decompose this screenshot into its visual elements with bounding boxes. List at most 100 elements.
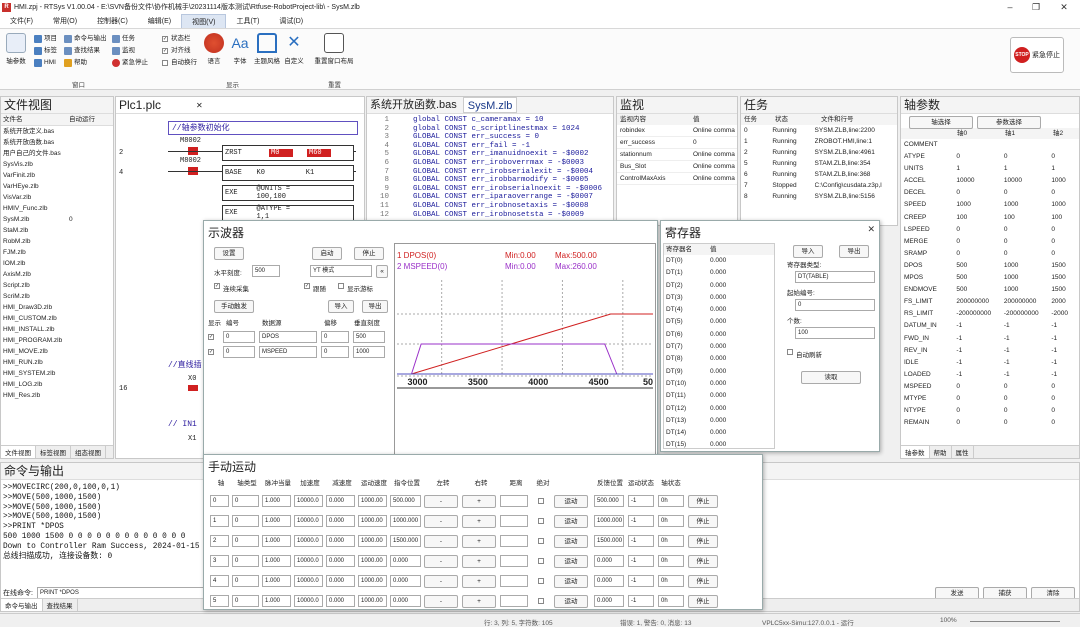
- register-row[interactable]: DT(13) 0.000: [664, 415, 774, 427]
- jog-left-button[interactable]: -: [424, 574, 458, 588]
- scope-plot[interactable]: 3000 3500 4000 4500 50 1 DPOS(0) Min:0.00 Max:5…: [394, 243, 656, 455]
- jog-right-button[interactable]: +: [462, 494, 496, 508]
- distance-input[interactable]: [500, 555, 528, 567]
- axis-param-button[interactable]: 轴参数: [6, 33, 26, 65]
- menu-tools[interactable]: 工具(T): [226, 14, 269, 28]
- axis-type-input[interactable]: 0: [232, 515, 259, 527]
- axis-state-input[interactable]: 0h: [658, 595, 684, 607]
- absolute-checkbox[interactable]: [538, 538, 544, 544]
- theme-button[interactable]: 主题风格: [254, 33, 280, 65]
- axis-param-row[interactable]: LOADED -1 -1 -1: [901, 369, 1079, 381]
- jog-right-button[interactable]: +: [462, 594, 496, 608]
- plc-contact-x0[interactable]: X0: [188, 375, 196, 383]
- register-row[interactable]: DT(10) 0.000: [664, 378, 774, 390]
- channel-offset-input[interactable]: 0: [321, 345, 349, 358]
- file-row[interactable]: SysVis.zlb: [1, 159, 113, 170]
- minimize-icon[interactable]: –: [998, 0, 1022, 14]
- file-row[interactable]: 系统开放定义.bas: [1, 126, 113, 137]
- accel-input[interactable]: 10000.0: [294, 595, 323, 607]
- tab-axisparam[interactable]: 轴参数: [901, 446, 930, 458]
- jog-left-button[interactable]: -: [424, 494, 458, 508]
- check-wrap[interactable]: 自动换行: [162, 57, 197, 69]
- ribbon-label[interactable]: 标签: [34, 45, 57, 57]
- decel-input[interactable]: 0.000: [326, 515, 355, 527]
- file-row[interactable]: ScriM.zlb: [1, 291, 113, 302]
- axis-param-row[interactable]: CREEP 100 100 100: [901, 212, 1079, 224]
- accel-input[interactable]: 10000.0: [294, 515, 323, 527]
- register-row[interactable]: DT(0) 0.000: [664, 255, 774, 267]
- speed-input[interactable]: 1000.00: [358, 595, 387, 607]
- axis-state-input[interactable]: 0h: [658, 495, 684, 507]
- axis-stop-button[interactable]: 停止: [688, 554, 718, 568]
- file-row[interactable]: HMI_MOVE.zlb: [1, 346, 113, 357]
- motion-state-input[interactable]: -1: [628, 595, 654, 607]
- axis-stop-button[interactable]: 停止: [688, 594, 718, 608]
- axis-param-row[interactable]: DATUM_IN -1 -1 -1: [901, 320, 1079, 332]
- axis-select[interactable]: 5: [210, 595, 229, 607]
- file-row[interactable]: SysM.zlb 0: [1, 214, 113, 225]
- reg-export-button[interactable]: 导出: [839, 245, 869, 258]
- custom-button[interactable]: ✕ 自定义: [284, 33, 304, 65]
- code-area[interactable]: 1 global CONST c_cameramax = 10 2 global CO…: [367, 114, 613, 219]
- font-button[interactable]: Aa 字体: [230, 33, 250, 65]
- register-row[interactable]: DT(4) 0.000: [664, 304, 774, 316]
- tab-tagview[interactable]: 标签视图: [36, 446, 71, 458]
- file-row[interactable]: VarHEye.zlb: [1, 181, 113, 192]
- jog-left-button[interactable]: -: [424, 514, 458, 528]
- register-row[interactable]: DT(7) 0.000: [664, 341, 774, 353]
- axis-type-input[interactable]: 0: [232, 555, 259, 567]
- register-row[interactable]: DT(15) 0.000: [664, 439, 774, 448]
- file-row[interactable]: HMI_RUN.zlb: [1, 357, 113, 368]
- axis-select[interactable]: 4: [210, 575, 229, 587]
- task-row[interactable]: 6 Running STAM.ZLB,line:368: [741, 169, 897, 180]
- channel-vscale-input[interactable]: 500: [353, 330, 385, 343]
- target-pos-input[interactable]: 0.000: [390, 575, 421, 587]
- tab-sysfunc[interactable]: 系统开放函数.bas: [370, 97, 457, 113]
- decel-input[interactable]: 0.000: [326, 595, 355, 607]
- axis-stop-button[interactable]: 停止: [688, 574, 718, 588]
- channel-number-select[interactable]: 0: [223, 345, 255, 358]
- move-button[interactable]: 运动: [554, 554, 588, 568]
- file-row[interactable]: IOM.zlb: [1, 258, 113, 269]
- cursor-check[interactable]: 显示游标: [338, 283, 373, 293]
- accel-input[interactable]: 10000.0: [294, 535, 323, 547]
- target-pos-input[interactable]: 1000.000: [390, 515, 421, 527]
- speed-input[interactable]: 1000.00: [358, 515, 387, 527]
- menu-edit[interactable]: 编辑(E): [138, 14, 181, 28]
- axis-stop-button[interactable]: 停止: [688, 514, 718, 528]
- reset-layout-button[interactable]: 重置窗口布局: [314, 33, 354, 65]
- file-row[interactable]: RobM.zlb: [1, 236, 113, 247]
- axis-state-input[interactable]: 0h: [658, 555, 684, 567]
- language-button[interactable]: 语言: [204, 33, 224, 65]
- ribbon-tasks[interactable]: 任务: [112, 33, 148, 45]
- jog-left-button[interactable]: -: [424, 594, 458, 608]
- distance-input[interactable]: [500, 495, 528, 507]
- pulse-unit-input[interactable]: 1.000: [262, 575, 291, 587]
- file-row[interactable]: HMI_CUSTOM.zlb: [1, 313, 113, 324]
- absolute-checkbox[interactable]: [538, 558, 544, 564]
- task-row[interactable]: 5 Running STAM.ZLB,line:354: [741, 158, 897, 169]
- jog-right-button[interactable]: +: [462, 574, 496, 588]
- file-row[interactable]: FJM.zlb: [1, 247, 113, 258]
- axis-type-input[interactable]: 0: [232, 595, 259, 607]
- move-button[interactable]: 运动: [554, 594, 588, 608]
- monitor-row[interactable]: err_success 0: [617, 137, 737, 149]
- tab-find-results[interactable]: 查找结果: [43, 599, 78, 611]
- decel-input[interactable]: 0.000: [326, 555, 355, 567]
- axis-stop-button[interactable]: 停止: [688, 494, 718, 508]
- plc-contact-m8002[interactable]: M8002: [180, 137, 201, 145]
- scope-start-button[interactable]: 启动: [312, 247, 342, 260]
- file-row[interactable]: VarFinit.zlb: [1, 170, 113, 181]
- axis-select[interactable]: 2: [210, 535, 229, 547]
- feedback-pos-input[interactable]: 0.000: [594, 595, 624, 607]
- move-button[interactable]: 运动: [554, 494, 588, 508]
- pulse-unit-input[interactable]: 1.000: [262, 535, 291, 547]
- file-row[interactable]: Script.zlb: [1, 280, 113, 291]
- distance-input[interactable]: [500, 575, 528, 587]
- axis-param-row[interactable]: REV_IN -1 -1 -1: [901, 345, 1079, 357]
- axis-param-row[interactable]: COMMENT: [901, 139, 1079, 151]
- manual-trigger-button[interactable]: 手动触发: [214, 300, 254, 313]
- plc-tab[interactable]: Plc1.plc ✕: [116, 97, 364, 114]
- zoom-slider[interactable]: [970, 621, 1060, 622]
- file-row[interactable]: AxisM.zlb: [1, 269, 113, 280]
